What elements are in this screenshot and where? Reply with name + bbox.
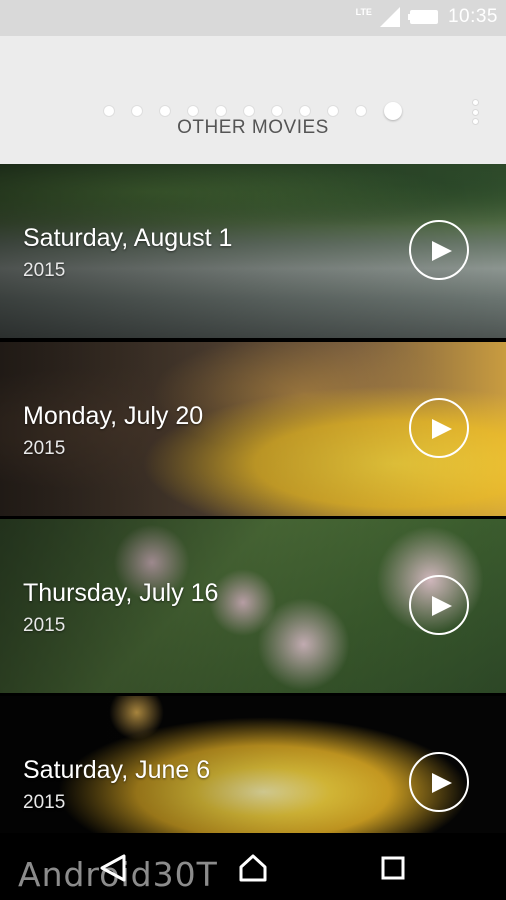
page-dot[interactable] <box>244 106 254 116</box>
page-dot[interactable] <box>216 106 226 116</box>
movie-date: Saturday, August 1 <box>23 224 233 252</box>
recents-button[interactable] <box>376 851 410 885</box>
battery-icon <box>407 10 438 24</box>
movie-card[interactable]: Saturday, June 6 2015 <box>0 696 506 833</box>
movie-date: Monday, July 20 <box>23 402 204 430</box>
movie-year: 2015 <box>23 438 66 459</box>
movie-date: Saturday, June 6 <box>23 756 211 784</box>
play-icon <box>432 596 452 616</box>
recents-square-icon <box>381 856 405 880</box>
home-button[interactable] <box>236 851 270 885</box>
section-title: OTHER MOVIES <box>177 117 329 138</box>
play-icon <box>432 773 452 793</box>
network-type: LTE <box>355 7 372 17</box>
play-button[interactable] <box>409 398 469 458</box>
page-dot[interactable] <box>160 106 170 116</box>
watermark-logo: Android30T <box>18 855 218 894</box>
status-bar: LTE 10:35 <box>0 0 506 36</box>
play-icon <box>432 419 452 439</box>
movie-year: 2015 <box>23 615 66 636</box>
header: OTHER MOVIES <box>0 36 506 164</box>
page-dot[interactable] <box>188 106 198 116</box>
page-dot[interactable] <box>328 106 338 116</box>
signal-icon <box>379 7 400 27</box>
movie-year: 2015 <box>23 792 66 813</box>
movie-card[interactable]: Saturday, August 1 2015 <box>0 164 506 338</box>
play-button[interactable] <box>409 575 469 635</box>
movie-date: Thursday, July 16 <box>23 579 219 607</box>
page-dot[interactable] <box>300 106 310 116</box>
page-dot[interactable] <box>272 106 282 116</box>
home-icon <box>239 854 267 882</box>
status-time: 10:35 <box>447 6 498 27</box>
play-icon <box>432 241 452 261</box>
status-icons: LTE 10:35 <box>356 6 498 28</box>
page-dot[interactable] <box>132 106 142 116</box>
page-dot[interactable] <box>356 106 366 116</box>
movie-card[interactable]: Thursday, July 16 2015 <box>0 519 506 693</box>
movie-year: 2015 <box>23 260 66 281</box>
play-button[interactable] <box>409 220 469 280</box>
page-dot[interactable] <box>104 106 114 116</box>
movie-card[interactable]: Monday, July 20 2015 <box>0 342 506 516</box>
play-button[interactable] <box>409 752 469 812</box>
